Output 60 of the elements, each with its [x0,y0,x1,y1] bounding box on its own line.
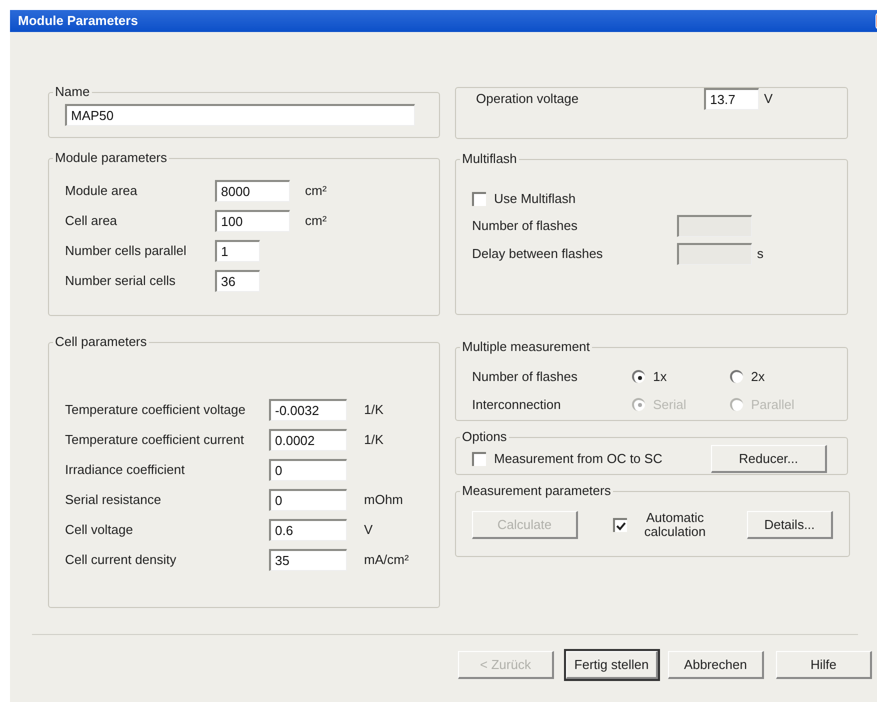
field-label: Number of flashes [472,216,578,235]
text-field[interactable]: 36 [215,270,260,292]
check-icon [616,522,626,530]
window-title: Module Parameters [18,12,138,30]
group-title: Module parameters [55,150,167,165]
checkbox-label: Use Multiflash [494,190,576,208]
checkbox[interactable] [613,518,627,532]
group-title: Measurement parameters [462,483,611,498]
field-label: Temperature coefficient voltage [65,401,246,420]
field-label: Number of flashes [472,368,578,386]
field-label: Number serial cells [65,272,177,290]
field-label: Cell area [65,212,118,230]
group-title: Options [462,429,507,444]
dialog-button[interactable]: Fertig stellen [566,651,658,679]
radio-label: 2x [751,368,765,386]
text-field[interactable]: 0.0002 [269,429,347,451]
group-title: Multiple measurement [462,339,590,354]
checkbox[interactable] [472,452,486,466]
text-field[interactable]: 0 [269,459,347,481]
unit-label: cm² [305,182,328,200]
checkbox[interactable] [472,192,486,206]
unit-label: 1/K [364,431,385,450]
field-label: Number cells parallel [65,242,188,260]
radio-button[interactable] [730,370,743,384]
text-field[interactable]: 35 [269,549,347,571]
radio-label: 1x [653,368,667,386]
dialog-button[interactable]: Abbrechen [668,651,764,679]
field-label: Temperature coefficient current [65,431,245,450]
group-title: Name [55,84,90,99]
dialog-button[interactable]: Details... [747,511,833,539]
unit-label: mOhm [364,491,404,510]
unit-label: cm² [305,212,328,230]
field-label: Irradiance coefficient [65,461,186,480]
text-field[interactable]: -0.0032 [269,399,347,421]
field-label: Delay between flashes [472,244,604,263]
unit-label: V [364,521,374,540]
group-title: Cell parameters [55,334,147,349]
field-label: Interconnection [472,396,562,414]
text-field[interactable]: 1 [215,240,260,262]
field-label: Serial resistance [65,491,162,510]
dialog-button[interactable]: Hilfe [776,651,872,679]
text-field[interactable]: 0.6 [269,519,347,541]
field-label: Operation voltage [476,90,580,108]
checkbox-label: Measurement from OC to SC [494,450,662,468]
checkbox-label: Automatic calculation [643,511,707,539]
group-title: Multiflash [462,151,517,166]
dialog-button[interactable]: Reducer... [711,445,827,473]
unit-label: mA/cm² [364,551,410,570]
unit-label: 1/K [364,401,385,420]
text-field[interactable]: 8000 [215,180,290,202]
text-field[interactable]: MAP50 [65,104,415,126]
field-label: Cell voltage [65,521,134,540]
field-label: Cell current density [65,551,178,570]
field-label: Module area [65,182,138,200]
unit-label: s [757,244,764,263]
text-field[interactable]: 13.7 [704,88,759,110]
unit-label: V [764,90,774,108]
text-field[interactable]: 100 [215,210,290,232]
radio-button[interactable] [632,370,645,384]
text-field[interactable]: 0 [269,489,347,511]
